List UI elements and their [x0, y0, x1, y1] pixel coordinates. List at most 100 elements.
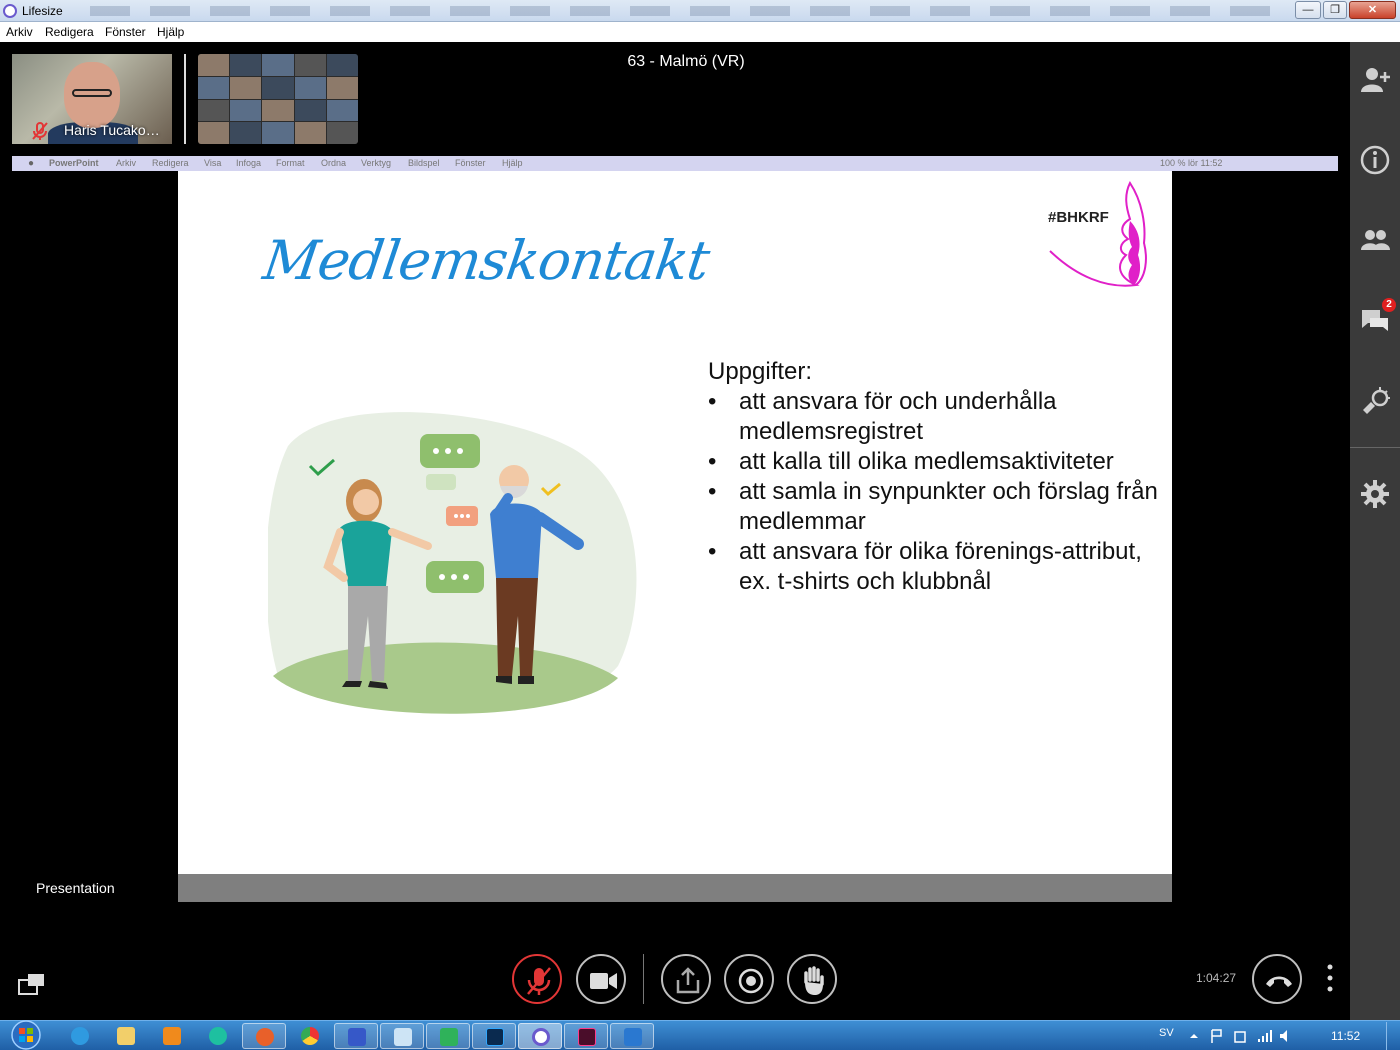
- camera-icon: [590, 973, 617, 989]
- minimize-button[interactable]: —: [1295, 1, 1321, 19]
- taskbar-internet-explorer[interactable]: [58, 1023, 102, 1049]
- presentation-slide: Medlemskontakt #BHKRF Uppgifter: • att a…: [178, 171, 1172, 874]
- chat-unread-badge: 2: [1382, 298, 1396, 312]
- taskbar-security[interactable]: [426, 1023, 470, 1049]
- slide-title: Medlemskontakt: [259, 229, 713, 292]
- right-sidebar: 2: [1350, 42, 1400, 1020]
- participants-icon[interactable]: [1359, 224, 1391, 256]
- maximize-button[interactable]: ❐: [1323, 1, 1347, 19]
- gallery-tile: [294, 122, 326, 144]
- video-divider: [184, 54, 186, 144]
- task-heading: Uppgifter:: [708, 358, 813, 385]
- taskbar-chrome[interactable]: [288, 1023, 332, 1049]
- taskbar-edge[interactable]: [196, 1023, 240, 1049]
- mute-button[interactable]: [512, 954, 562, 1004]
- self-view-glasses: [72, 89, 112, 97]
- start-button-icon[interactable]: [8, 1020, 44, 1050]
- microphone-muted-icon: [527, 967, 551, 995]
- shared-menu-item: Bildspel: [408, 158, 440, 168]
- tray-clock[interactable]: 11:52: [1331, 1029, 1360, 1043]
- microphone-muted-icon: [32, 122, 48, 140]
- raise-hand-button[interactable]: [787, 954, 837, 1004]
- taskbar-file-explorer[interactable]: [104, 1023, 148, 1049]
- share-icon: [676, 967, 700, 994]
- slide-footer-bar: [178, 874, 1172, 902]
- indesign-icon: [578, 1028, 596, 1046]
- add-participant-icon[interactable]: [1359, 64, 1391, 96]
- gallery-tile: [262, 122, 294, 144]
- menu-redigera[interactable]: Redigera: [45, 25, 94, 39]
- folder-icon: [117, 1027, 135, 1045]
- menu-hjalp[interactable]: Hjälp: [157, 25, 184, 39]
- taskbar-notes[interactable]: [380, 1023, 424, 1049]
- gallery-tile: [198, 99, 230, 122]
- close-button[interactable]: ✕: [1349, 1, 1396, 19]
- gallery-tile: [294, 54, 326, 76]
- gallery-tile: [230, 76, 262, 99]
- firefox-icon: [256, 1028, 274, 1046]
- lifesize-logo-icon: [3, 4, 17, 18]
- conversation-illustration: [268, 412, 637, 714]
- show-desktop-button[interactable]: [1386, 1022, 1400, 1050]
- tray-language[interactable]: SV: [1159, 1027, 1174, 1039]
- taskbar-save-app[interactable]: [334, 1023, 378, 1049]
- info-icon[interactable]: [1359, 144, 1391, 176]
- shared-screen-menubar: ● PowerPoint Arkiv Redigera Visa Infoga …: [12, 156, 1338, 171]
- participant-gallery[interactable]: [198, 54, 358, 144]
- gallery-tile: [326, 122, 358, 144]
- shared-menu-item: Visa: [204, 158, 222, 168]
- floppy-disk-icon: [348, 1028, 366, 1046]
- gallery-tile: [262, 54, 294, 76]
- gallery-tile: [198, 54, 230, 76]
- chrome-icon: [301, 1027, 319, 1045]
- taskbar-firefox[interactable]: [242, 1023, 286, 1049]
- shield-icon: [440, 1028, 458, 1046]
- task-bullet: att ansvara för olika förenings-attribut…: [708, 537, 1158, 597]
- photoshop-icon: [486, 1028, 504, 1046]
- layout-toggle-icon[interactable]: [18, 972, 46, 996]
- shared-status-text: 100 % lör 11:52: [1160, 158, 1223, 168]
- task-bullet: att kalla till olika medlemsaktiviteter: [708, 447, 1158, 477]
- camera-button[interactable]: [576, 954, 626, 1004]
- shared-menu-item: Redigera: [152, 158, 189, 168]
- remote-desktop-icon: [624, 1028, 642, 1046]
- gallery-tile: [326, 99, 358, 122]
- more-options-icon[interactable]: [1322, 962, 1338, 994]
- shared-menu-item: Arkiv: [116, 158, 136, 168]
- shared-menu-item: Ordna: [321, 158, 347, 168]
- gallery-tile: [230, 122, 262, 144]
- shared-menu-item: Fönster: [455, 158, 486, 168]
- system-tray-icons[interactable]: [1188, 1028, 1288, 1044]
- shared-menu-item: Hjälp: [502, 158, 523, 168]
- presentation-tools-icon[interactable]: [1359, 384, 1391, 416]
- gallery-tile: [230, 54, 262, 76]
- gallery-tile: [294, 76, 326, 99]
- bhkrf-logo-icon: [1049, 181, 1147, 287]
- task-bullet: att ansvara för och underhålla medlemsre…: [708, 387, 1158, 447]
- raise-hand-icon: [804, 966, 824, 995]
- controls-divider: [643, 954, 644, 1004]
- meeting-title: 63 - Malmö (VR): [627, 53, 745, 70]
- share-button[interactable]: [661, 954, 711, 1004]
- hang-up-button[interactable]: [1252, 954, 1302, 1004]
- presentation-label: Presentation: [36, 880, 115, 896]
- task-bullets: att ansvara för och underhålla medlemsre…: [708, 387, 1158, 597]
- taskbar-lifesize[interactable]: [518, 1023, 562, 1049]
- menu-bar: Arkiv Redigera Fönster Hjälp: [0, 22, 1400, 42]
- gallery-tile: [262, 76, 294, 99]
- slide-task-list: Uppgifter: att ansvara för och underhåll…: [708, 357, 1158, 597]
- self-view-video[interactable]: Haris Tucako…: [12, 54, 172, 144]
- shared-menu-item: Infoga: [236, 158, 262, 168]
- shared-menu-item: PowerPoint: [49, 158, 99, 168]
- taskbar-remote-desktop[interactable]: [610, 1023, 654, 1049]
- menu-arkiv[interactable]: Arkiv: [6, 25, 33, 39]
- record-button[interactable]: [724, 954, 774, 1004]
- taskbar-indesign[interactable]: [564, 1023, 608, 1049]
- taskbar-photoshop[interactable]: [472, 1023, 516, 1049]
- gallery-tile: [262, 99, 294, 122]
- lifesize-app-window: Lifesize — ❐ ✕ Arkiv Redigera Fönster Hj…: [0, 0, 1400, 1050]
- settings-icon[interactable]: [1359, 478, 1391, 510]
- taskbar-media-player[interactable]: [150, 1023, 194, 1049]
- menu-fonster[interactable]: Fönster: [105, 25, 146, 39]
- shared-menu-item: Format: [276, 158, 305, 168]
